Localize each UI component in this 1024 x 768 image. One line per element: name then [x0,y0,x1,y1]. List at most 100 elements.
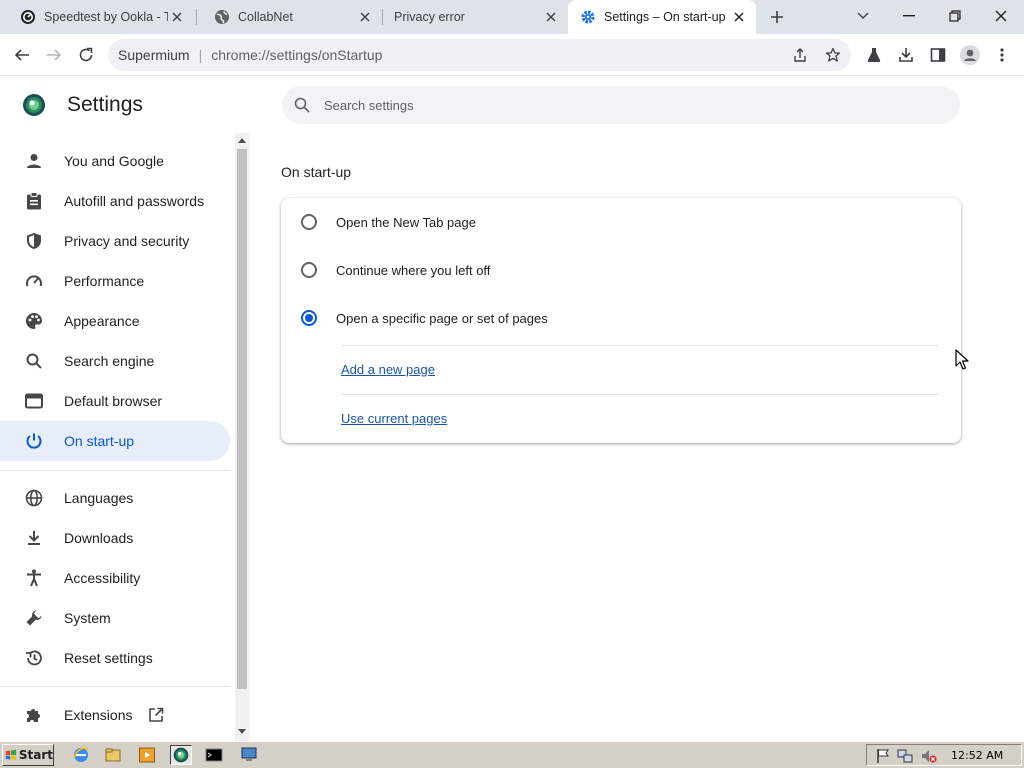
tab-speedtest[interactable]: Speedtest by Ookla - T [2,0,194,34]
card-divider [341,394,939,395]
flag-icon[interactable] [875,748,891,764]
internet-explorer-icon[interactable] [72,746,90,764]
profile-button[interactable] [958,43,982,67]
sidebar-item-label: You and Google [64,153,164,169]
globe-icon [24,488,44,508]
close-icon[interactable] [542,8,560,26]
browser-window-icon [24,391,44,411]
sidebar-item-performance[interactable]: Performance [0,261,230,301]
radio-button[interactable] [301,214,317,230]
tab-strip: Speedtest by Ookla - T CollabNet Privacy… [0,0,1024,34]
sidebar-item-you-and-google[interactable]: You and Google [0,141,230,181]
mouse-cursor-icon [955,349,969,370]
command-prompt-icon[interactable] [205,746,223,764]
download-icon [899,48,913,62]
close-icon[interactable] [730,8,748,26]
sidebar-item-label: System [64,610,111,626]
power-icon [24,431,44,451]
explorer-folder-icon[interactable] [104,746,122,764]
browser-toolbar: Supermium | chrome://settings/onStartup [0,34,1024,76]
new-tab-button[interactable] [766,6,788,28]
sidebar-item-label: Appearance [64,313,140,329]
sidebar-item-label: Autofill and passwords [64,193,205,209]
close-window-button[interactable] [986,3,1016,29]
tab-title: CollabNet [238,10,293,24]
sidebar-item-on-startup[interactable]: On start-up [0,421,230,461]
sidebar-item-label: Search engine [64,353,155,369]
sidebar-item-appearance[interactable]: Appearance [0,301,230,341]
restore-icon [24,648,44,668]
more-vert-icon [1000,48,1004,62]
sidebar-item-label: Languages [64,490,134,506]
sidebar-item-downloads[interactable]: Downloads [0,518,230,558]
settings-header: Settings [22,93,143,117]
bookmark-button[interactable] [821,43,845,67]
section-title: On start-up [281,164,352,180]
media-player-icon[interactable] [138,746,156,764]
sidebar-item-accessibility[interactable]: Accessibility [0,558,230,598]
url-separator: | [198,47,203,63]
close-icon[interactable] [168,8,186,26]
sidebar-item-languages[interactable]: Languages [0,478,230,518]
volume-muted-icon[interactable] [921,748,937,764]
add-new-page-link[interactable]: Add a new page [341,362,435,377]
speedometer-icon [24,271,44,291]
sidebar-item-system[interactable]: System [0,598,230,638]
option-continue-where-left-off[interactable]: Continue where you left off [281,246,961,294]
sidebar-item-label: Performance [64,273,145,289]
start-button[interactable]: Start [2,744,54,766]
scrollbar-thumb[interactable] [237,149,247,689]
network-icon[interactable] [897,748,913,764]
radio-button[interactable] [301,262,317,278]
share-icon [794,48,806,62]
forward-button[interactable] [42,43,66,67]
sidebar-item-label: Extensions [64,707,133,723]
sidebar-item-default-browser[interactable]: Default browser [0,381,230,421]
tab-title: Privacy error [394,10,465,24]
sidebar-scrollbar[interactable] [235,133,249,741]
minimize-button[interactable] [894,3,924,29]
tab-settings[interactable]: Settings – On start-up [568,0,756,34]
sidebar-item-search-engine[interactable]: Search engine [0,341,230,381]
restore-button[interactable] [940,3,970,29]
side-panel-button[interactable] [926,43,950,67]
radio-button-selected[interactable] [301,310,317,326]
restore-window-icon [949,10,961,22]
tab-search-button[interactable] [848,3,878,29]
sidebar-item-privacy[interactable]: Privacy and security [0,221,230,261]
windows-taskbar: Start 12:52 AM [0,741,1024,768]
tab-collabnet[interactable]: CollabNet [196,0,382,34]
sidebar-item-label: On start-up [64,433,135,449]
minimize-icon [903,15,915,17]
startup-options-card: Open the New Tab page Continue where you… [281,198,961,443]
use-current-pages-link[interactable]: Use current pages [341,411,447,426]
remote-desktop-icon[interactable] [240,746,258,764]
option-specific-pages[interactable]: Open a specific page or set of pages [281,294,961,342]
reload-button[interactable] [74,43,98,67]
supermium-logo-icon [173,747,189,763]
search-placeholder: Search settings [324,97,414,113]
close-icon[interactable] [356,8,374,26]
sidebar-item-autofill[interactable]: Autofill and passwords [0,181,230,221]
sidebar-item-extensions[interactable]: Extensions [0,695,230,735]
sidebar-item-reset[interactable]: Reset settings [0,638,230,678]
search-settings-input[interactable]: Search settings [282,86,960,124]
sidebar-item-label: Default browser [64,393,163,409]
option-new-tab-page[interactable]: Open the New Tab page [281,198,961,246]
supermium-taskbar-button[interactable] [170,745,192,765]
scroll-up-arrow[interactable] [238,138,246,143]
plus-icon [771,11,783,23]
sidebar-item-label: Reset settings [64,650,153,666]
back-button[interactable] [10,43,34,67]
downloads-button[interactable] [894,43,918,67]
scroll-down-arrow[interactable] [238,729,246,734]
sidebar-divider [0,686,230,687]
tab-privacy-error[interactable]: Privacy error [376,0,568,34]
labs-button[interactable] [862,43,886,67]
menu-button[interactable] [990,43,1014,67]
system-tray: 12:52 AM [866,744,1022,766]
share-button[interactable] [788,43,812,67]
settings-page: Settings Search settings You and Google … [0,77,1024,741]
option-label: Continue where you left off [336,262,491,278]
address-bar[interactable]: Supermium | chrome://settings/onStartup [108,39,851,71]
